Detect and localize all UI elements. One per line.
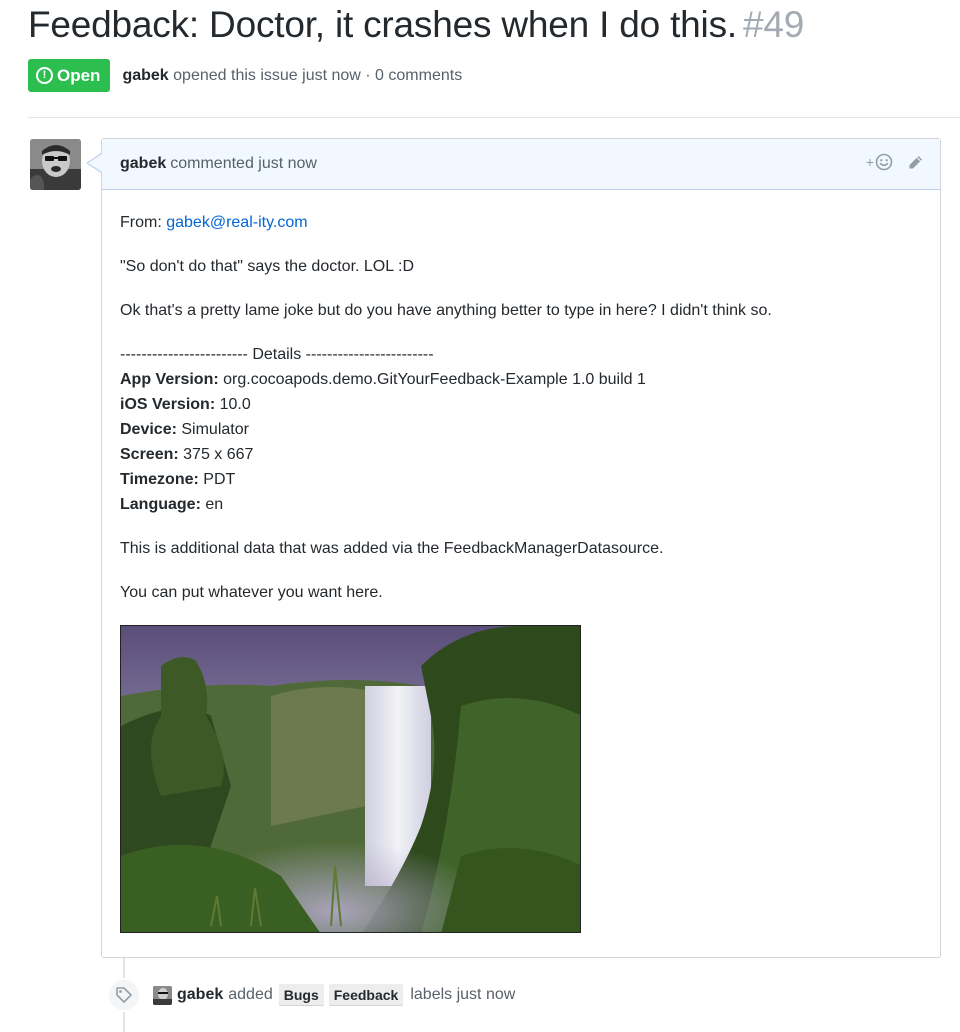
- details-block: ------------------------ Details -------…: [120, 342, 922, 517]
- issue-meta-text: gabek opened this issue just now · 0 com…: [122, 67, 462, 85]
- event-suffix: labels just now: [410, 986, 516, 1003]
- detail-row: Language: en: [120, 496, 224, 513]
- label-feedback[interactable]: Feedback: [328, 984, 404, 1006]
- timeline-event: gabek added Bugs Feedback labels just no…: [107, 978, 515, 1012]
- event-avatar[interactable]: [153, 985, 172, 1005]
- issue-title: Feedback: Doctor, it crashes when I do t…: [28, 4, 804, 46]
- detail-row: iOS Version: 10.0: [120, 396, 251, 413]
- comment-body: From: gabek@real-ity.com "So don't do th…: [102, 190, 940, 605]
- status-label: Open: [57, 65, 101, 85]
- event-actor-link[interactable]: gabek: [177, 986, 223, 1004]
- pencil-icon: [909, 155, 922, 168]
- detail-row: Timezone: PDT: [120, 471, 236, 488]
- issue-title-text: Feedback: Doctor, it crashes when I do t…: [28, 4, 737, 45]
- comment-header: gabek commented just now +: [86, 139, 940, 190]
- tag-icon: [107, 978, 141, 1012]
- issue-opened-icon: !: [36, 67, 53, 84]
- details-header: ------------------------ Details -------…: [120, 346, 434, 363]
- comment-actions: +: [866, 153, 924, 171]
- attached-screenshot-image[interactable]: [120, 625, 581, 933]
- email-link[interactable]: gabek@real-ity.com: [166, 214, 307, 231]
- label-bugs[interactable]: Bugs: [278, 984, 324, 1006]
- smiley-icon: [875, 153, 893, 171]
- event-action: added: [228, 986, 273, 1003]
- from-line: From: gabek@real-ity.com: [120, 214, 308, 231]
- comment-line-1: "So don't do that" says the doctor. LOL …: [120, 258, 414, 275]
- issue-number: #49: [742, 4, 805, 45]
- header-divider: [28, 117, 960, 118]
- comment-time[interactable]: commented just now: [170, 155, 317, 173]
- comment-line-2: Ok that's a pretty lame joke but do you …: [120, 302, 772, 319]
- whatever-line: You can put whatever you want here.: [120, 584, 383, 601]
- issue-meta: ! Open gabek opened this issue just now …: [28, 59, 462, 92]
- edit-comment-button[interactable]: [907, 154, 924, 171]
- issue-opened-text: opened this issue just now · 0 comments: [173, 66, 463, 84]
- detail-row: App Version: org.cocoapods.demo.GitYourF…: [120, 371, 646, 388]
- comment-box: gabek commented just now + From: gabek@r…: [86, 138, 941, 958]
- avatar[interactable]: [30, 139, 81, 190]
- status-badge: ! Open: [28, 59, 111, 92]
- additional-data-line: This is additional data that was added v…: [120, 540, 664, 557]
- detail-row: Screen: 375 x 667: [120, 446, 254, 463]
- add-reaction-button[interactable]: +: [866, 153, 893, 171]
- comment-author-link[interactable]: gabek: [120, 155, 166, 173]
- detail-row: Device: Simulator: [120, 421, 249, 438]
- issue-author-link[interactable]: gabek: [122, 67, 168, 84]
